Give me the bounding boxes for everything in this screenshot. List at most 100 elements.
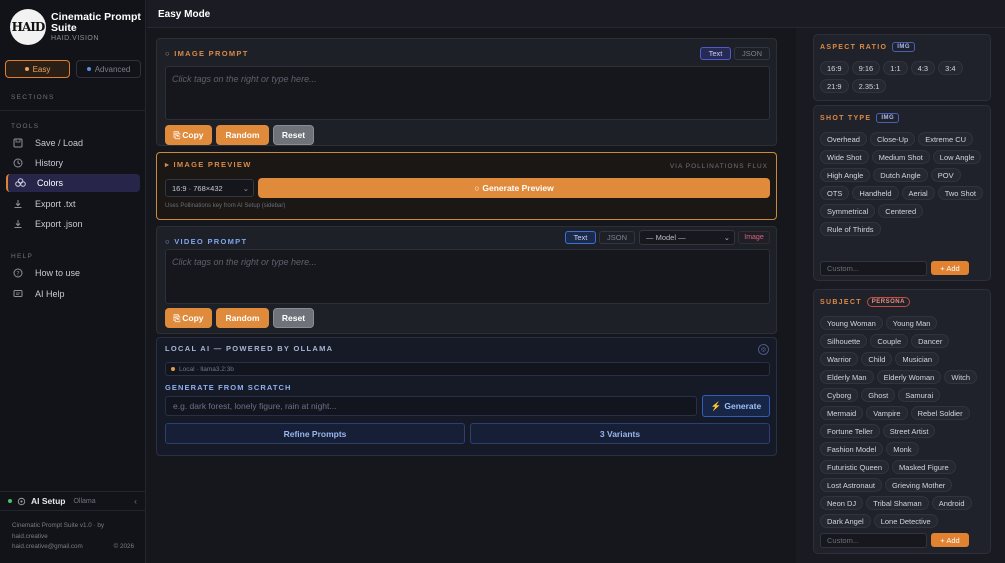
refine-prompts-button[interactable]: Refine Prompts: [165, 423, 465, 444]
shot-type-tag[interactable]: Medium Shot: [871, 150, 930, 164]
random-button[interactable]: Random: [216, 308, 269, 328]
subject-tag[interactable]: Elderly Man: [820, 370, 874, 384]
custom-shot-input[interactable]: Custom...: [820, 261, 927, 276]
nav-export-json[interactable]: Export .json: [6, 215, 140, 233]
subject-title: SUBJECT PERSONA: [820, 297, 910, 307]
model-select[interactable]: — Model — ⌄: [639, 230, 735, 245]
format-text-tab[interactable]: Text: [700, 47, 731, 60]
nav-ai-help[interactable]: AI Help: [6, 285, 140, 303]
subject-tag[interactable]: Young Man: [885, 316, 938, 330]
subject-tag[interactable]: Dancer: [911, 334, 950, 348]
shot-type-tag[interactable]: Rule of Thirds: [820, 222, 881, 236]
copy-icon: ⎘: [173, 312, 181, 323]
aspect-ratio-tag[interactable]: 4:3: [910, 61, 936, 75]
size-select[interactable]: 16:9 · 768×432 ⌄: [165, 179, 254, 197]
subject-tag[interactable]: Futuristic Queen: [820, 460, 890, 474]
subject-tag[interactable]: Mermaid: [820, 406, 864, 420]
shot-type-tag[interactable]: Symmetrical: [820, 204, 876, 218]
mode-advanced-button[interactable]: Advanced: [76, 60, 141, 78]
generate-preview-button[interactable]: ○ Generate Preview: [258, 178, 770, 198]
subject-tag[interactable]: Musician: [895, 352, 939, 366]
aspect-ratio-tag[interactable]: 1:1: [883, 61, 908, 75]
subject-tag[interactable]: Elderly Woman: [876, 370, 942, 384]
shot-type-tag[interactable]: Dutch Angle: [873, 168, 928, 182]
random-button[interactable]: Random: [216, 125, 269, 145]
nav-label: Colors: [37, 178, 64, 188]
subject-tag[interactable]: Lone Detective: [873, 514, 938, 528]
subject-tag[interactable]: Warrior: [820, 352, 859, 366]
page-title: Easy Mode: [158, 9, 211, 20]
subject-tag[interactable]: Fashion Model: [820, 442, 884, 456]
format-json-tab[interactable]: JSON: [734, 47, 770, 60]
subject-tag[interactable]: Tribal Shaman: [866, 496, 929, 510]
nav-colors[interactable]: Colors: [6, 174, 140, 192]
scratch-input[interactable]: e.g. dark forest, lonely figure, rain at…: [165, 396, 697, 416]
subject-tag[interactable]: Android: [931, 496, 972, 510]
subject-tag[interactable]: Couple: [870, 334, 909, 348]
format-text-tab[interactable]: Text: [565, 231, 596, 244]
shot-type-tag[interactable]: Two Shot: [937, 186, 983, 200]
add-shot-button[interactable]: + Add: [931, 261, 969, 275]
video-prompt-title: ○ VIDEO PROMPT: [165, 237, 248, 246]
shot-type-tag[interactable]: POV: [930, 168, 961, 182]
shot-type-tag[interactable]: Extreme CU: [918, 132, 974, 146]
subject-tag[interactable]: Dark Angel: [820, 514, 871, 528]
subject-tag[interactable]: Monk: [886, 442, 919, 456]
subject-tag[interactable]: Young Woman: [820, 316, 883, 330]
image-source-toggle[interactable]: Image: [738, 231, 770, 244]
shot-type-tag[interactable]: Centered: [878, 204, 924, 218]
aspect-ratio-tag[interactable]: 2.35:1: [851, 79, 887, 93]
subject-tag[interactable]: Silhouette: [820, 334, 868, 348]
subject-tag[interactable]: Child: [861, 352, 893, 366]
shot-type-tag[interactable]: Low Angle: [932, 150, 982, 164]
nav-save-load[interactable]: Save / Load: [6, 134, 140, 152]
image-prompt-textarea[interactable]: Click tags on the right or type here...: [165, 66, 770, 120]
subject-tag[interactable]: Witch: [944, 370, 978, 384]
shot-type-tag[interactable]: OTS: [820, 186, 850, 200]
subject-tag[interactable]: Rebel Soldier: [910, 406, 970, 420]
nav-export-txt[interactable]: Export .txt: [6, 195, 140, 213]
ai-setup-toggle[interactable]: AI Setup Ollama ‹: [0, 491, 145, 511]
bolt-icon: ⚡: [710, 400, 722, 411]
custom-subject-input[interactable]: Custom...: [820, 533, 927, 548]
subject-tag[interactable]: Street Artist: [882, 424, 936, 438]
footer-credit: Cinematic Prompt Suite v1.0 · by: [12, 522, 105, 529]
brand[interactable]: HAID Cinematic Prompt Suite HAID.VISION: [10, 9, 145, 47]
shot-type-tag[interactable]: High Angle: [820, 168, 871, 182]
nav-how-to-use[interactable]: ? How to use: [6, 264, 140, 282]
add-subject-button[interactable]: + Add: [931, 533, 969, 547]
aspect-ratio-tag[interactable]: 3:4: [938, 61, 963, 75]
top-bar: Easy Mode: [147, 0, 1005, 28]
nav-history[interactable]: History: [6, 154, 140, 172]
footer-email[interactable]: haid.creative@gmail.com: [12, 542, 83, 553]
generate-button[interactable]: ⚡ Generate: [702, 395, 770, 417]
shot-type-tag[interactable]: Handheld: [852, 186, 899, 200]
subject-tag[interactable]: Vampire: [866, 406, 908, 420]
nav-label: AI Help: [35, 289, 65, 299]
shot-type-tag[interactable]: Overhead: [820, 132, 867, 146]
reset-button[interactable]: Reset: [273, 308, 314, 328]
shot-type-tag[interactable]: Wide Shot: [820, 150, 869, 164]
aspect-ratio-tag[interactable]: 16:9: [820, 61, 849, 75]
subject-tag[interactable]: Lost Astronaut: [820, 478, 882, 492]
three-variants-button[interactable]: 3 Variants: [470, 423, 770, 444]
reset-button[interactable]: Reset: [273, 125, 314, 145]
shot-type-tag[interactable]: Close-Up: [869, 132, 916, 146]
subject-tag[interactable]: Grieving Mother: [884, 478, 953, 492]
shot-type-tag[interactable]: Aerial: [901, 186, 935, 200]
subject-tag[interactable]: Fortune Teller: [820, 424, 880, 438]
copy-button[interactable]: ⎘ Copy: [165, 125, 212, 145]
aspect-ratio-tag[interactable]: 9:16: [851, 61, 881, 75]
copy-button[interactable]: ⎘ Copy: [165, 308, 212, 328]
subject-tag[interactable]: Neon DJ: [820, 496, 864, 510]
subject-tag[interactable]: Ghost: [861, 388, 896, 402]
info-icon[interactable]: ◎: [758, 344, 769, 355]
mode-easy-button[interactable]: Easy: [5, 60, 70, 78]
ai-setup-value: Ollama: [73, 497, 96, 505]
aspect-ratio-tag[interactable]: 21:9: [820, 79, 849, 93]
subject-tag[interactable]: Masked Figure: [892, 460, 956, 474]
format-json-tab[interactable]: JSON: [599, 231, 635, 244]
subject-tag[interactable]: Samurai: [898, 388, 941, 402]
subject-tag[interactable]: Cyborg: [820, 388, 859, 402]
video-prompt-textarea[interactable]: Click tags on the right or type here...: [165, 249, 770, 304]
